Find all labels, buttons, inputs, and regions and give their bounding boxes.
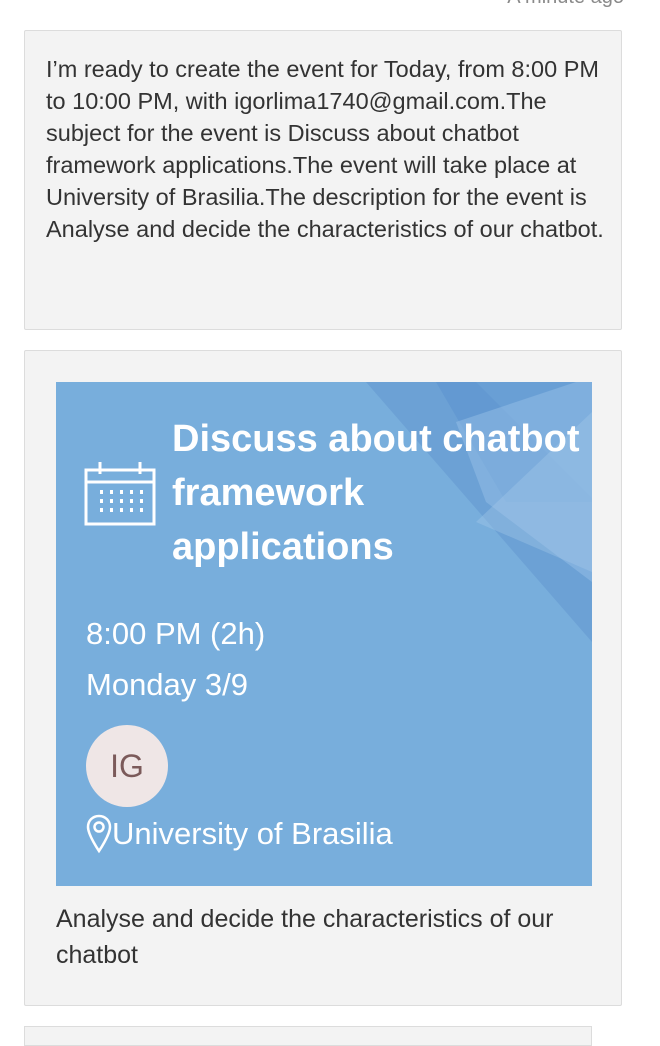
event-description: Analyse and decide the characteristics o… xyxy=(56,905,554,969)
event-time: 8:00 PM (2h) xyxy=(86,616,266,651)
bot-message-text: I’m ready to create the event for Today,… xyxy=(46,56,604,242)
event-location: University of Brasilia xyxy=(112,816,393,851)
next-message-bubble xyxy=(24,1026,592,1046)
event-card[interactable]: Discuss about chatbot framework applicat… xyxy=(24,350,622,1006)
attendee-avatar[interactable]: IG xyxy=(86,725,168,807)
message-timestamp: A minute ago xyxy=(507,0,624,9)
event-date: Monday 3/9 xyxy=(86,667,248,702)
calendar-icon xyxy=(84,462,156,526)
event-card-hero: Discuss about chatbot framework applicat… xyxy=(56,382,592,886)
event-title: Discuss about chatbot framework applicat… xyxy=(172,418,580,568)
bot-message-bubble: I’m ready to create the event for Today,… xyxy=(24,30,622,330)
location-pin-icon xyxy=(86,814,112,854)
